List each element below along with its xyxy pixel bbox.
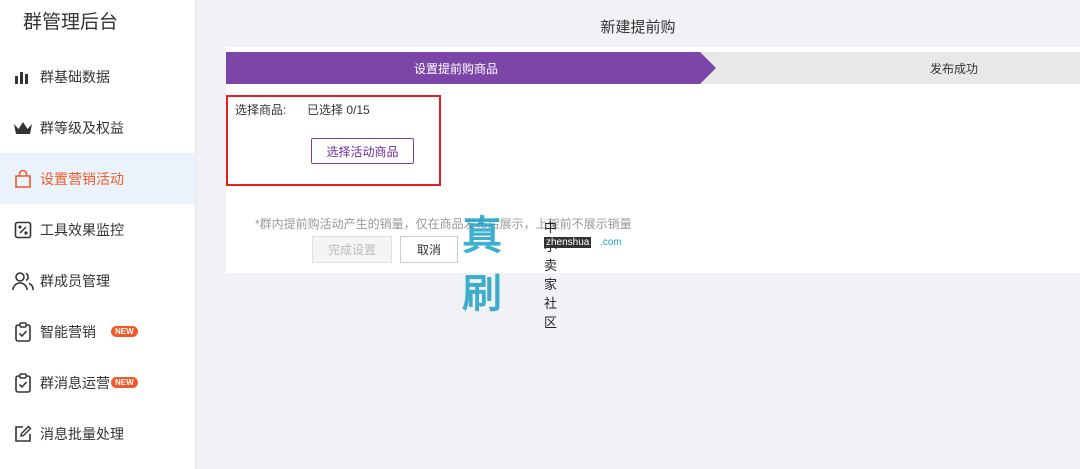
sidebar-title: 群管理后台 (23, 12, 119, 33)
new-badge: NEW (111, 326, 138, 337)
cancel-button[interactable]: 取消 (400, 236, 458, 263)
new-badge: NEW (111, 377, 138, 388)
clipboard-check-icon (12, 321, 34, 343)
bar-chart-icon (12, 66, 34, 88)
sidebar-item-basic-data[interactable]: 群基础数据 (0, 51, 195, 102)
step-progress: 发布成功 设置提前购商品 (226, 52, 1080, 84)
sidebar-item-label: 群成员管理 (40, 272, 110, 289)
sidebar-item-label: 智能营销 (40, 323, 96, 340)
watermark-tld: .com (600, 237, 622, 248)
sidebar-item-label: 设置营销活动 (40, 170, 124, 187)
sidebar-item-label: 群基础数据 (40, 68, 110, 85)
sidebar-item-level-rights[interactable]: 群等级及权益 (0, 102, 195, 153)
sidebar-item-members[interactable]: 群成员管理 (0, 255, 195, 306)
monitor-icon (12, 219, 34, 241)
step-2-label: 发布成功 (930, 62, 979, 76)
crown-icon (12, 117, 34, 139)
form-card: 发布成功 设置提前购商品 选择商品: 已选择 0/15 选择活动商品 *群内提前… (226, 47, 1080, 330)
complete-setup-button[interactable]: 完成设置 (312, 236, 392, 263)
sidebar-item-tool-monitor[interactable]: 工具效果监控 (0, 204, 195, 255)
sidebar-item-batch-message[interactable]: 消息批量处理 (0, 408, 195, 459)
edit-icon (12, 423, 34, 445)
step-1-label: 设置提前购商品 (414, 62, 499, 76)
sales-note: *群内提前购活动产生的销量，仅在商品发布后展示，上架前不展示销量 (255, 217, 632, 231)
sidebar-item-marketing-activity[interactable]: 设置营销活动 (0, 153, 195, 204)
watermark-slogan: 中小卖家社区 (544, 220, 559, 330)
watermark-domain: zhenshua (544, 237, 592, 248)
select-goods-label: 选择商品: (235, 103, 287, 117)
choose-goods-button[interactable]: 选择活动商品 (311, 138, 414, 164)
main-content: 新建提前购 发布成功 设置提前购商品 选择商品: 已选择 0/15 选择活动商品… (196, 0, 1080, 469)
sidebar-item-label: 工具效果监控 (40, 221, 124, 238)
page-title: 新建提前购 (600, 19, 676, 36)
sidebar-item-label: 消息批量处理 (40, 425, 124, 442)
sidebar-item-label: 群消息运营 (40, 374, 110, 391)
users-icon (12, 270, 34, 292)
sidebar-item-smart-marketing[interactable]: 智能营销 NEW (0, 306, 195, 357)
sidebar-item-message-ops[interactable]: 群消息运营 NEW (0, 357, 195, 408)
shopping-bag-icon (12, 168, 34, 190)
sidebar: 群管理后台 群基础数据 群等级及权益 设置营销活动 工具效果监控 群成员管理 智… (0, 0, 196, 469)
sidebar-item-label: 群等级及权益 (40, 119, 124, 136)
clipboard-check-icon (12, 372, 34, 394)
selected-count: 已选择 0/15 (307, 103, 370, 117)
